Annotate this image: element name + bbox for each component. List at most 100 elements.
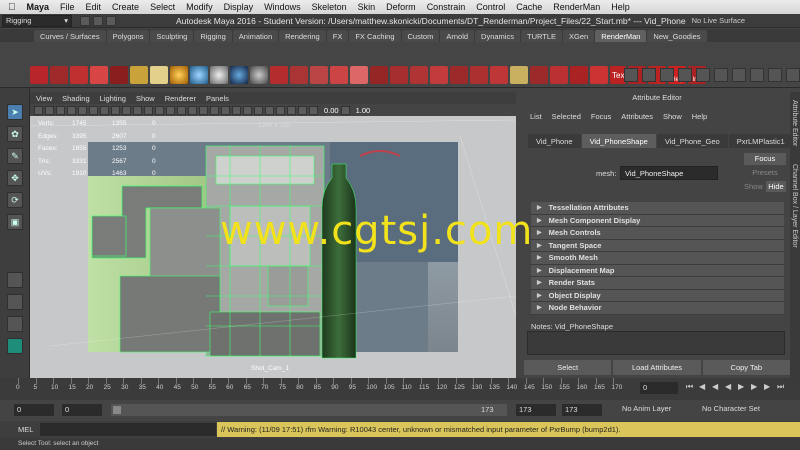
app-menu[interactable]: Maya	[27, 2, 50, 12]
shadows-icon[interactable]	[210, 105, 219, 115]
select-tool-icon[interactable]: ➤	[7, 104, 23, 120]
menu-create[interactable]: Create	[112, 2, 139, 12]
tab-curves-surfaces[interactable]: Curves / Surfaces	[34, 30, 106, 42]
graph-editor-icon[interactable]	[696, 68, 710, 82]
light-filter-icon[interactable]	[350, 66, 368, 84]
hypershade-icon[interactable]	[678, 68, 692, 82]
xray-icon[interactable]	[276, 105, 285, 115]
tab-custom[interactable]: Custom	[401, 30, 440, 42]
textured-icon[interactable]	[188, 105, 197, 115]
uv-editor-icon[interactable]	[642, 68, 656, 82]
rect-light-icon[interactable]	[290, 66, 308, 84]
tab-renderman[interactable]: RenderMan	[595, 30, 647, 42]
move-tool-icon[interactable]: ✥	[7, 170, 23, 186]
animation-end-field[interactable]: 173	[562, 404, 602, 416]
step-back-key-icon[interactable]: ◀	[712, 382, 722, 394]
character-set-dropdown[interactable]: No Character Set	[702, 404, 760, 413]
anti-aliasing-icon[interactable]	[243, 105, 252, 115]
section-node-behavior[interactable]: ▶ Node Behavior	[531, 302, 784, 315]
vp-menu-shading[interactable]: Shading	[62, 94, 90, 103]
tab-vid-phone[interactable]: Vid_Phone	[528, 134, 581, 148]
batch-render-icon[interactable]	[110, 66, 128, 84]
outliner-icon[interactable]	[660, 68, 674, 82]
anim-layer-dropdown[interactable]: No Anim Layer	[622, 404, 671, 413]
tab-pxrlmplastic1[interactable]: PxrLMPlastic1	[728, 134, 793, 148]
tab-turtle[interactable]: TURTLE	[520, 30, 563, 42]
scale-tool-icon[interactable]: ▣	[7, 214, 23, 230]
open-scene-icon[interactable]	[93, 15, 103, 26]
modeling-toolkit-icon[interactable]	[624, 68, 638, 82]
disk-light-icon[interactable]	[310, 66, 328, 84]
tab-fx-caching[interactable]: FX Caching	[349, 30, 401, 42]
dof-icon[interactable]	[570, 66, 588, 84]
pxr-glass-icon[interactable]	[430, 66, 448, 84]
camera-icon[interactable]	[550, 66, 568, 84]
section-mesh-controls[interactable]: ▶ Mesh Controls	[531, 227, 784, 240]
portal-light-icon[interactable]	[270, 66, 288, 84]
new-scene-icon[interactable]	[80, 15, 90, 26]
tab-vid-phone-geo[interactable]: Vid_Phone_Geo	[656, 134, 728, 148]
command-input[interactable]	[40, 423, 216, 436]
menu-select[interactable]: Select	[150, 2, 175, 12]
pxr-hair-icon[interactable]	[450, 66, 468, 84]
ae-menu-list[interactable]: List	[530, 112, 542, 121]
menu-modify[interactable]: Modify	[186, 2, 213, 12]
section-displacement-map[interactable]: ▶ Displacement Map	[531, 264, 784, 277]
menu-help[interactable]: Help	[611, 2, 630, 12]
gamma-value[interactable]: 1.00	[356, 106, 371, 115]
copy-tab-button[interactable]: Copy Tab	[702, 360, 790, 375]
menu-skin[interactable]: Skin	[358, 2, 376, 12]
section-smooth-mesh[interactable]: ▶ Smooth Mesh	[531, 252, 784, 265]
section-render-stats[interactable]: ▶ Render Stats	[531, 277, 784, 290]
pxr-surface-icon[interactable]	[370, 66, 388, 84]
tab-sculpting[interactable]: Sculpting	[150, 30, 194, 42]
menu-skeleton[interactable]: Skeleton	[312, 2, 347, 12]
isolate-select-icon[interactable]	[265, 105, 274, 115]
menu-deform[interactable]: Deform	[386, 2, 416, 12]
step-back-icon[interactable]: ◀	[699, 382, 709, 394]
section-tessellation[interactable]: ▶ Tessellation Attributes	[531, 202, 784, 215]
range-handle-start[interactable]	[113, 406, 121, 414]
use-lights-icon[interactable]	[199, 105, 208, 115]
tab-xgen[interactable]: XGen	[563, 30, 595, 42]
show-button[interactable]: Show	[744, 182, 763, 191]
film-gate-icon[interactable]	[89, 105, 98, 115]
tab-animation[interactable]: Animation	[232, 30, 279, 42]
vp-menu-view[interactable]: View	[36, 94, 52, 103]
toggle-channel-box-icon[interactable]	[768, 68, 782, 82]
notes-textarea[interactable]	[527, 331, 785, 355]
menu-constrain[interactable]: Constrain	[427, 2, 466, 12]
side-tab-attribute-editor[interactable]: Attribute Editor	[791, 100, 798, 146]
hide-button[interactable]: Hide	[766, 181, 786, 192]
pxr-volume-icon[interactable]	[470, 66, 488, 84]
play-backwards-icon[interactable]: ◀	[725, 382, 735, 394]
env-light-icon[interactable]	[190, 66, 208, 84]
single-view-icon[interactable]	[7, 272, 23, 288]
wireframe-on-shaded-icon[interactable]	[177, 105, 186, 115]
menu-renderman[interactable]: RenderMan	[553, 2, 600, 12]
vp-menu-panels[interactable]: Panels	[206, 94, 229, 103]
camera-attributes-icon[interactable]	[45, 105, 54, 115]
attribute-icon[interactable]	[530, 66, 548, 84]
playback-start-field[interactable]: 0	[62, 404, 102, 416]
time-slider[interactable]: 0 5 10 15 20 25 30 35 40 45 50 55 60 65 70 75 80 85 90 95 10…	[0, 378, 630, 400]
wireframe-icon[interactable]	[155, 105, 164, 115]
smooth-shade-icon[interactable]	[166, 105, 175, 115]
toggle-tool-settings-icon[interactable]	[786, 68, 800, 82]
backface-icon[interactable]	[298, 105, 307, 115]
sky-dome-icon[interactable]	[230, 66, 248, 84]
tab-rendering[interactable]: Rendering	[279, 30, 326, 42]
tab-rigging[interactable]: Rigging	[194, 30, 232, 42]
live-surface-field[interactable]: No Live Surface	[692, 16, 745, 25]
gate-mask-icon[interactable]	[111, 105, 120, 115]
go-to-start-icon[interactable]: ⏮	[686, 382, 696, 394]
field-chart-icon[interactable]	[122, 105, 131, 115]
depth-of-field-icon[interactable]	[254, 105, 263, 115]
bookmark-icon[interactable]	[56, 105, 65, 115]
mel-toggle[interactable]: MEL	[18, 425, 33, 434]
gamma-icon[interactable]	[340, 105, 350, 115]
xray-joints-icon[interactable]	[287, 105, 296, 115]
ae-menu-help[interactable]: Help	[692, 112, 707, 121]
motion-blur-vp-icon[interactable]	[232, 105, 241, 115]
eye-icon[interactable]	[150, 66, 168, 84]
